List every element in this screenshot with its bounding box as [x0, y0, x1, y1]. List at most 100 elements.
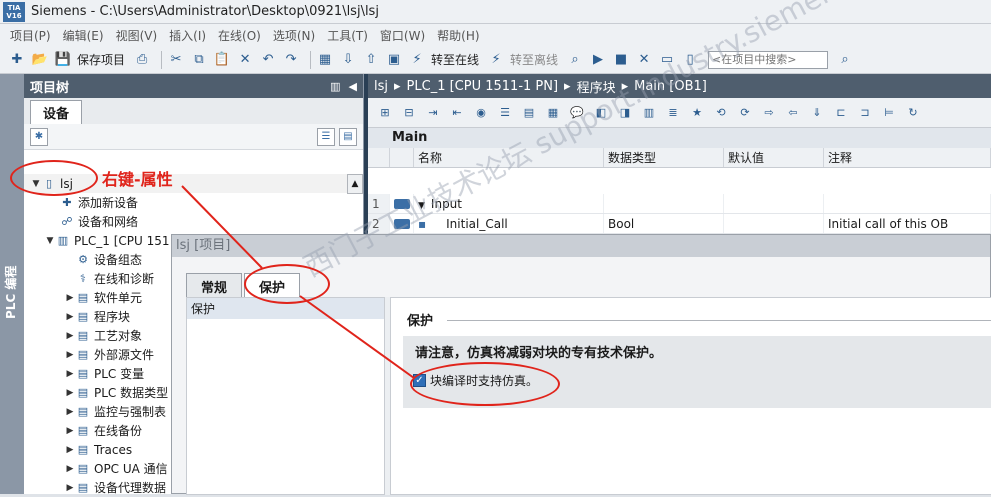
new-folder-icon[interactable]: ✱ — [30, 127, 48, 146]
tree-scroll-up-button[interactable]: ▲ — [347, 174, 363, 194]
accessible-devices-icon[interactable]: ⌕ — [566, 51, 584, 69]
tag-table-icon[interactable]: ▥ — [640, 104, 658, 122]
insert-row-icon[interactable]: ⇥ — [424, 104, 442, 122]
absolute-address-icon[interactable]: ▤ — [520, 104, 538, 122]
go-offline-icon[interactable]: ⚡ — [487, 51, 505, 69]
expand-arrow-icon[interactable]: ▶ — [64, 483, 76, 493]
go-to-icon[interactable]: ⇨ — [760, 104, 778, 122]
close-editor-icon[interactable]: ✕ — [635, 51, 653, 69]
project-search-input[interactable] — [708, 50, 829, 69]
split-horizontal-icon[interactable]: ▭ — [658, 51, 676, 69]
symbol-icon[interactable]: ▦ — [544, 104, 562, 122]
favorites-icon[interactable]: ★ — [688, 104, 706, 122]
table-row[interactable]: 2 ▪ Initial_Call Bool Initial call of thi… — [368, 214, 991, 234]
plc-programming-label[interactable]: PLC 编程 — [2, 266, 19, 319]
collapse-panel-icon[interactable]: ◀ — [349, 80, 357, 93]
menu-edit[interactable]: 编辑(E) — [63, 27, 104, 44]
go-online-button[interactable]: 转至在线 — [431, 51, 479, 68]
expand-arrow-icon[interactable]: ▶ — [64, 445, 76, 455]
save-project-button[interactable]: 保存项目 — [77, 51, 125, 68]
breadcrumb-item[interactable]: Main [OB1] — [634, 79, 707, 94]
menu-project[interactable]: 项目(P) — [10, 27, 51, 44]
menu-online[interactable]: 在线(O) — [218, 27, 261, 44]
split-view-icon[interactable]: ▥ — [330, 80, 340, 93]
breakpoint-icon[interactable]: ⟲ — [712, 104, 730, 122]
header-comment[interactable]: 注释 — [824, 148, 991, 167]
expand-arrow-icon[interactable]: ▶ — [64, 426, 76, 436]
header-name[interactable]: 名称 — [414, 148, 604, 167]
expand-arrow-icon[interactable]: ▶ — [64, 331, 76, 341]
row-comment[interactable]: Initial call of this OB — [824, 214, 991, 233]
expand-arrow-icon[interactable]: ▼ — [44, 236, 56, 246]
menu-options[interactable]: 选项(N) — [273, 27, 315, 44]
header-data-type[interactable]: 数据类型 — [604, 148, 724, 167]
row-data-type[interactable] — [604, 194, 724, 213]
row-name[interactable]: ▼ Input — [414, 194, 604, 213]
breadcrumb-item[interactable]: lsj — [374, 79, 388, 94]
comment-icon[interactable]: 💬 — [568, 104, 586, 122]
add-row-icon[interactable]: ⇤ — [448, 104, 466, 122]
close-bracket-icon[interactable]: ⊐ — [856, 104, 874, 122]
expand-arrow-icon[interactable]: ▶ — [64, 407, 76, 417]
row-default-value[interactable] — [724, 214, 824, 233]
collapse-arrow-icon[interactable]: ▼ — [418, 201, 425, 211]
overview-icon[interactable]: ▤ — [339, 127, 357, 146]
paste-icon[interactable]: 📋 — [213, 51, 231, 69]
start-cpu-icon[interactable]: ▶ — [589, 51, 607, 69]
row-name[interactable]: ▪ Initial_Call — [414, 214, 604, 233]
go-online-icon[interactable]: ⚡ — [408, 51, 426, 69]
expand-arrow-icon[interactable]: ▶ — [64, 464, 76, 474]
symbol-info-icon[interactable]: ◧ — [592, 104, 610, 122]
download-block-icon[interactable]: ⇓ — [808, 104, 826, 122]
menu-window[interactable]: 窗口(W) — [380, 27, 425, 44]
cut-icon[interactable]: ✂ — [167, 51, 185, 69]
redo-icon[interactable]: ↷ — [282, 51, 300, 69]
expand-arrow-icon[interactable]: ▶ — [64, 312, 76, 322]
split-vertical-icon[interactable]: ▯ — [681, 51, 699, 69]
download-icon[interactable]: ⇩ — [339, 51, 357, 69]
search-icon[interactable]: ⌕ — [836, 51, 854, 69]
expand-arrow-icon[interactable]: ▶ — [64, 293, 76, 303]
tab-general[interactable]: 常规 — [186, 273, 243, 299]
tab-devices[interactable]: 设备 — [30, 100, 83, 124]
row-data-type[interactable]: Bool — [604, 214, 724, 233]
navigate-icon[interactable]: ⇦ — [784, 104, 802, 122]
expand-arrow-icon[interactable]: ▶ — [64, 369, 76, 379]
print-icon[interactable]: ⎙ — [133, 51, 151, 69]
breadcrumb-item[interactable]: 程序块 — [577, 77, 616, 96]
delete-icon[interactable]: ✕ — [236, 51, 254, 69]
compile-icon[interactable]: ▦ — [316, 51, 334, 69]
new-project-icon[interactable]: ✚ — [8, 51, 26, 69]
table-row[interactable]: 1 ▼ Input — [368, 194, 991, 214]
open-project-icon[interactable]: 📂 — [31, 51, 49, 69]
delete-network-icon[interactable]: ⊟ — [400, 104, 418, 122]
expand-arrow-icon[interactable]: ▶ — [64, 350, 76, 360]
simulate-icon[interactable]: ▣ — [385, 51, 403, 69]
monitor-icon[interactable]: ◉ — [472, 104, 490, 122]
refresh-icon[interactable]: ↻ — [904, 104, 922, 122]
menu-view[interactable]: 视图(V) — [116, 27, 158, 44]
tree-item-devices-networks[interactable]: ☍ 设备和网络 — [24, 212, 354, 231]
header-default-value[interactable]: 默认值 — [724, 148, 824, 167]
save-icon[interactable]: 💾 — [54, 51, 72, 69]
insert-network-icon[interactable]: ⊞ — [376, 104, 394, 122]
go-offline-button[interactable]: 转至离线 — [510, 51, 558, 68]
list-view-icon[interactable]: ☰ — [317, 127, 335, 146]
menu-tools[interactable]: 工具(T) — [327, 27, 368, 44]
network-list-icon[interactable]: ☰ — [496, 104, 514, 122]
menu-help[interactable]: 帮助(H) — [437, 27, 479, 44]
row-comment[interactable] — [824, 194, 991, 213]
breadcrumb-item[interactable]: PLC_1 [CPU 1511-1 PN] — [407, 79, 559, 94]
expand-arrow-icon[interactable]: ▶ — [64, 388, 76, 398]
undo-icon[interactable]: ↶ — [259, 51, 277, 69]
upload-icon[interactable]: ⇧ — [362, 51, 380, 69]
align-icon[interactable]: ⊨ — [880, 104, 898, 122]
open-bracket-icon[interactable]: ⊏ — [832, 104, 850, 122]
stop-cpu-icon[interactable]: ■ — [612, 51, 630, 69]
copy-icon[interactable]: ⧉ — [190, 51, 208, 69]
menu-insert[interactable]: 插入(I) — [169, 27, 206, 44]
tree-item-add-device[interactable]: ✚ 添加新设备 — [24, 193, 354, 212]
list-icon[interactable]: ≣ — [664, 104, 682, 122]
row-default-value[interactable] — [724, 194, 824, 213]
variable-icon[interactable]: ◨ — [616, 104, 634, 122]
